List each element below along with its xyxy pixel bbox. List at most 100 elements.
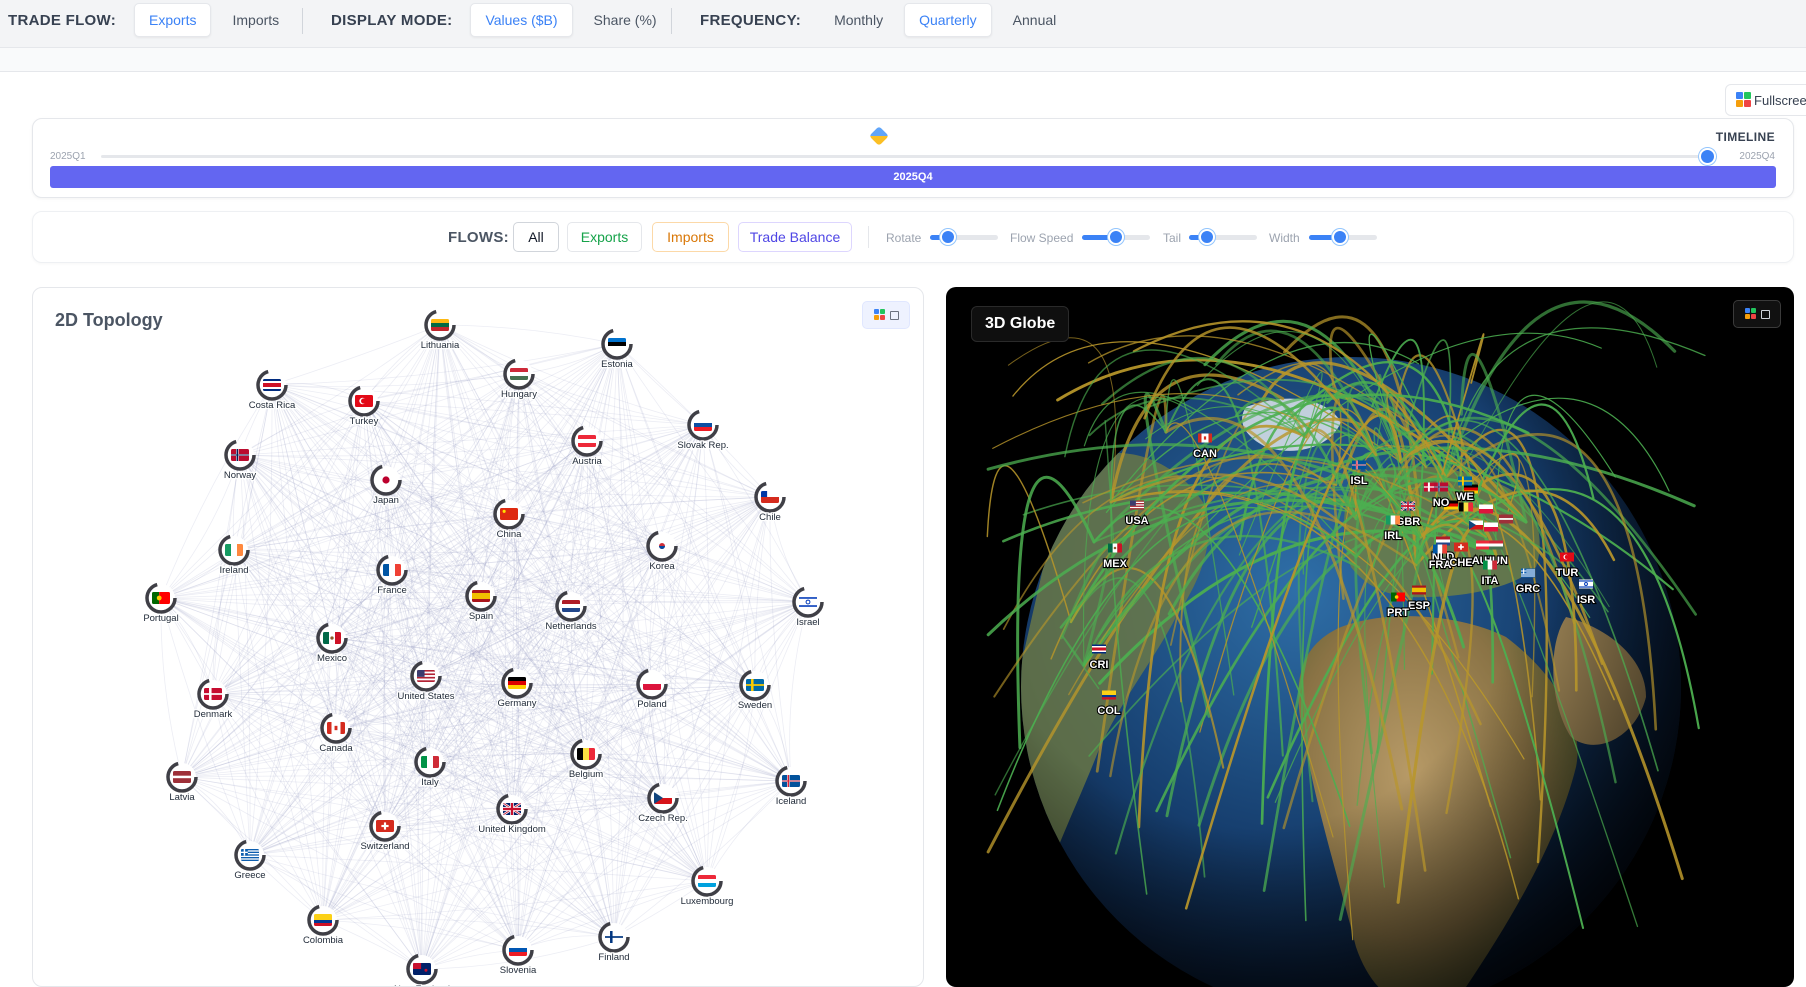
costa-rica-flag-icon: [263, 379, 281, 391]
topology-node[interactable]: Slovak Rep.: [676, 409, 730, 452]
topology-node[interactable]: Chile: [754, 481, 786, 524]
grid-icon: [1744, 308, 1757, 320]
israel-flag-icon: [799, 596, 817, 608]
germany-flag-icon: [508, 677, 526, 689]
topology-node[interactable]: Austria: [571, 425, 604, 468]
topology-node-label: Chile: [759, 512, 781, 523]
globe-fullscreen-button[interactable]: [1733, 300, 1781, 328]
display-share-button[interactable]: Share (%): [579, 3, 672, 37]
topology-node[interactable]: Canada: [318, 712, 355, 755]
topology-node[interactable]: China: [493, 498, 525, 541]
topology-node[interactable]: Iceland: [774, 765, 808, 808]
frequency-annual-button[interactable]: Annual: [998, 3, 1072, 37]
tail-slider-label: Tail: [1163, 231, 1182, 245]
greece-flag-icon: [1521, 568, 1535, 578]
flow-speed-slider[interactable]: [1082, 229, 1150, 245]
topology-node-label: Turkey: [350, 416, 379, 427]
ireland-flag-icon: [225, 544, 243, 556]
topology-node-label: Estonia: [601, 359, 633, 370]
trade-flow-exports-button[interactable]: Exports: [134, 3, 212, 37]
switzerland-flag-icon: [376, 820, 394, 832]
timeline-slider-handle[interactable]: [1699, 148, 1716, 165]
topology-node[interactable]: Mexico: [316, 622, 348, 665]
flows-trade-balance-button[interactable]: Trade Balance: [738, 222, 852, 252]
timeline-card: TIMELINE 2025Q1 2025Q4 2025Q4: [32, 118, 1794, 198]
lithuania-flag-icon: [431, 319, 449, 331]
timeline-start-label: 2025Q1: [50, 151, 86, 162]
portugal-flag-icon: [1391, 592, 1405, 602]
topology-node-label: United Kingdom: [478, 824, 546, 835]
trade-flow-group: TRADE FLOW: Exports Imports: [8, 0, 300, 40]
rotate-slider[interactable]: [930, 229, 998, 245]
uk-flag-icon: [1400, 500, 1416, 512]
frequency-quarterly-button[interactable]: Quarterly: [904, 3, 992, 37]
topology-node[interactable]: France: [376, 554, 408, 597]
colombia-flag-icon: [1102, 690, 1116, 700]
flows-all-button[interactable]: All: [513, 222, 559, 252]
slovakia-flag-icon: [694, 419, 712, 431]
flows-exports-button[interactable]: Exports: [567, 222, 642, 252]
flows-divider: [868, 226, 869, 248]
topology-node-label: Canada: [319, 743, 353, 754]
topology-node-label: Japan: [373, 495, 399, 506]
width-slider-label: Width: [1269, 231, 1300, 245]
globe-marker-icon: [869, 126, 889, 146]
trade-flow-imports-button[interactable]: Imports: [217, 3, 294, 37]
globe-country-label: FRA: [1429, 559, 1452, 571]
switzerland-flag-icon: [1454, 542, 1468, 552]
globe-view[interactable]: CANISLNOWEUSAGBRIRLNLDMEXFRACHEAUTHUNITA…: [946, 287, 1794, 987]
portugal-flag-icon: [152, 592, 170, 604]
frequency-monthly-button[interactable]: Monthly: [819, 3, 898, 37]
sweden-flag-icon: [746, 679, 764, 691]
latvia-flag-icon: [173, 771, 191, 783]
topology-node[interactable]: New Zealand: [393, 953, 451, 987]
austria-flag-icon: [1476, 540, 1490, 550]
sweden-flag-icon: [1458, 476, 1472, 486]
globe-country-label: MEX: [1103, 558, 1128, 570]
topology-node[interactable]: Ireland: [218, 534, 250, 577]
topology-node[interactable]: Norway: [223, 439, 258, 482]
france-flag-icon: [1433, 544, 1447, 554]
iceland-flag-icon: [782, 775, 800, 787]
topology-graph[interactable]: Lithuania Estonia Costa Rica Hungary Turkey S…: [33, 288, 924, 987]
flows-imports-button[interactable]: Imports: [652, 222, 729, 252]
topology-node[interactable]: Greece: [233, 839, 267, 882]
topology-node[interactable]: Japan: [370, 464, 402, 507]
topology-fullscreen-button[interactable]: [862, 301, 910, 329]
topology-node[interactable]: Lithuania: [419, 309, 461, 352]
topology-node[interactable]: Finland: [597, 921, 631, 964]
poland-flag-icon: [1484, 522, 1498, 532]
topology-node[interactable]: Sweden: [737, 669, 773, 712]
globe-country-label: TUR: [1556, 567, 1579, 579]
topology-node[interactable]: Latvia: [166, 761, 198, 804]
topology-node-label: Colombia: [303, 935, 344, 946]
topology-panel: Lithuania Estonia Costa Rica Hungary Turkey S…: [32, 287, 924, 987]
display-values-button[interactable]: Values ($B): [470, 3, 573, 37]
topology-node-label: Lithuania: [421, 340, 460, 351]
turkey-flag-icon: [355, 395, 373, 407]
topology-node[interactable]: Turkey: [348, 385, 380, 428]
latvia-flag-icon: [1499, 514, 1513, 524]
tail-slider[interactable]: [1189, 229, 1257, 245]
globe-country-label: ISR: [1577, 594, 1595, 606]
topology-node-label: Denmark: [194, 709, 233, 720]
globe-country-label: USA: [1125, 515, 1148, 527]
topology-node[interactable]: Korea: [646, 530, 678, 573]
globe-panel: CANISLNOWEUSAGBRIRLNLDMEXFRACHEAUTHUNITA…: [946, 287, 1794, 987]
hungary-flag-icon: [510, 368, 528, 380]
topology-node[interactable]: Estonia: [600, 328, 635, 371]
topology-node[interactable]: Spain: [465, 580, 497, 623]
width-slider[interactable]: [1309, 229, 1377, 245]
display-mode-group: DISPLAY MODE: Values ($B) Share (%): [331, 0, 678, 40]
topology-node[interactable]: Hungary: [500, 358, 538, 401]
topology-node[interactable]: Costa Rica: [248, 369, 297, 412]
fullscreen-button[interactable]: Fullscreen: [1725, 84, 1806, 116]
topology-node[interactable]: Poland: [636, 668, 668, 711]
globe-country-label: COL: [1097, 705, 1121, 717]
frequency-group: FREQUENCY: Monthly Quarterly Annual: [700, 0, 1077, 40]
timeline-slider-track[interactable]: [101, 155, 1709, 158]
topology-node[interactable]: Israel: [792, 586, 824, 629]
sub-toolbar: [0, 48, 1806, 72]
globe-country-label: PRT: [1387, 607, 1409, 619]
spain-flag-icon: [472, 590, 490, 602]
